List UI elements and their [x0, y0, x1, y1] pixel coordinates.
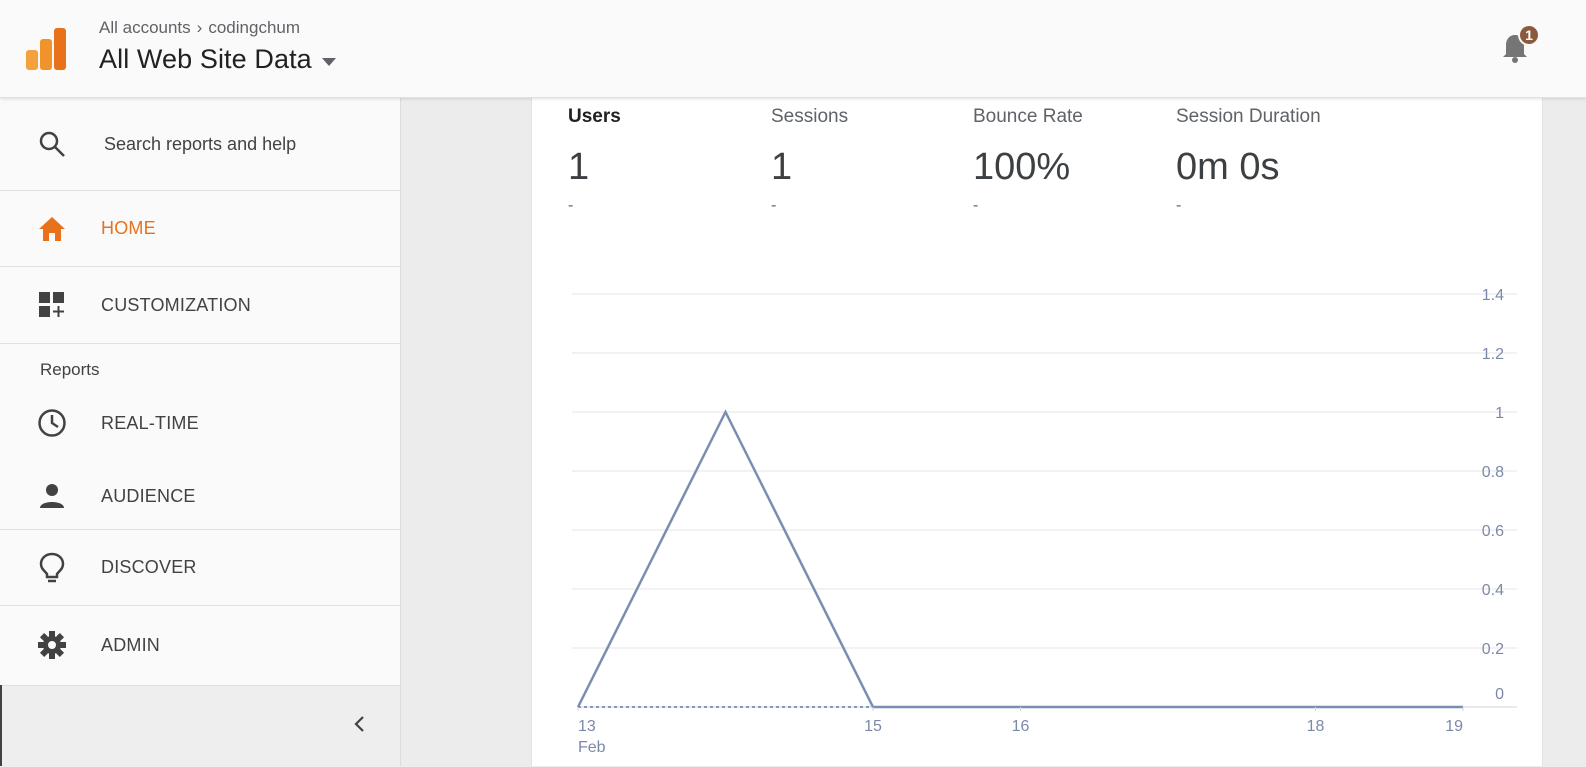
- y-tick-label: 0.4: [1482, 582, 1504, 599]
- search-icon: [36, 128, 68, 160]
- x-tick-label: 13: [578, 718, 596, 735]
- breadcrumb-all-accounts[interactable]: All accounts: [99, 18, 191, 38]
- collapse-sidebar-button[interactable]: [348, 712, 372, 736]
- x-tick-label: 15: [864, 718, 882, 735]
- x-tick-sublabel: Feb: [578, 739, 606, 756]
- y-tick-label: 0.8: [1482, 464, 1504, 481]
- search-input[interactable]: Search reports and help: [104, 134, 296, 155]
- clock-icon: [36, 407, 68, 439]
- sidebar-item-label: AUDIENCE: [101, 486, 196, 507]
- breadcrumb-account[interactable]: codingchum: [208, 18, 300, 38]
- search-reports[interactable]: Search reports and help: [0, 98, 400, 190]
- sidebar-item-label: REAL-TIME: [101, 413, 199, 434]
- y-tick-label: 0: [1495, 686, 1504, 703]
- x-tick-label: 16: [1012, 718, 1030, 735]
- sidebar-item-audience[interactable]: AUDIENCE: [0, 463, 400, 529]
- sidebar-item-label: ADMIN: [101, 635, 160, 656]
- breadcrumb: All accounts › codingchum: [99, 18, 300, 38]
- home-icon: [36, 213, 68, 245]
- sidebar-collapse-bar: [0, 685, 400, 767]
- app-header: All accounts › codingchum All Web Site D…: [0, 0, 1586, 98]
- gear-icon: [36, 629, 68, 661]
- sidebar-item-home[interactable]: HOME: [0, 191, 400, 266]
- dashboard-add-icon: [36, 289, 68, 321]
- x-tick-label: 18: [1307, 718, 1325, 735]
- divider: [0, 343, 400, 344]
- reports-section-label: Reports: [40, 360, 100, 380]
- analytics-logo-icon[interactable]: [26, 28, 66, 70]
- chevron-right-icon: ›: [197, 18, 203, 38]
- person-icon: [36, 480, 68, 512]
- sidebar: Search reports and help HOME CUSTOMIZATI…: [0, 98, 401, 766]
- sidebar-item-realtime[interactable]: REAL-TIME: [0, 388, 400, 458]
- overview-card: Users 1 - Sessions 1 - Bounce Rate 100% …: [531, 98, 1543, 766]
- y-tick-label: 1.2: [1482, 346, 1504, 363]
- sidebar-item-customization[interactable]: CUSTOMIZATION: [0, 267, 400, 343]
- window-edge: [0, 685, 2, 766]
- sidebar-item-admin[interactable]: ADMIN: [0, 606, 400, 684]
- x-tick-label: 19: [1445, 718, 1463, 735]
- property-selector[interactable]: All Web Site Data: [99, 44, 336, 75]
- notification-badge: 1: [1518, 24, 1540, 46]
- y-tick-label: 1: [1495, 405, 1504, 422]
- sidebar-item-label: CUSTOMIZATION: [101, 295, 251, 316]
- series-line: [578, 412, 1463, 707]
- sidebar-item-label: DISCOVER: [101, 557, 197, 578]
- sidebar-item-discover[interactable]: DISCOVER: [0, 530, 400, 605]
- y-tick-label: 0.6: [1482, 523, 1504, 540]
- lightbulb-icon: [36, 552, 68, 584]
- sidebar-item-label: HOME: [101, 218, 156, 239]
- y-tick-label: 0.2: [1482, 641, 1504, 658]
- chevron-left-icon: [348, 712, 372, 736]
- notifications-button[interactable]: 1: [1500, 26, 1540, 66]
- caret-down-icon: [322, 58, 336, 66]
- property-name: All Web Site Data: [99, 44, 312, 75]
- users-line-chart: 0 0.2 0.4 0.6 0.8 1 1.2 1.4 13 Feb 15 16 18 19: [532, 98, 1542, 766]
- y-tick-label: 1.4: [1482, 287, 1504, 304]
